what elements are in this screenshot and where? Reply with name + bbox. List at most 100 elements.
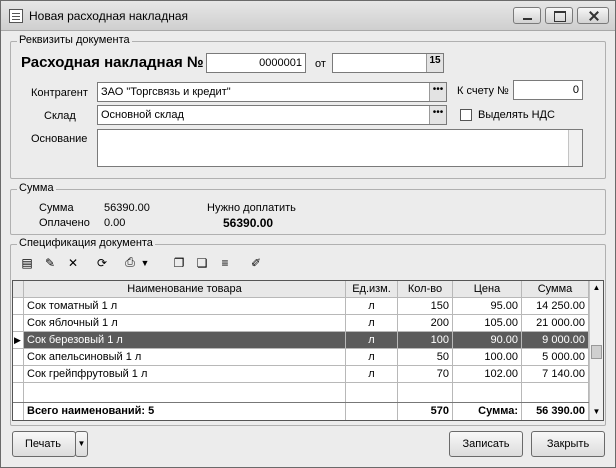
counterparty-field[interactable]: ЗАО "Торгсвязь и кредит" [97, 82, 447, 102]
cell-qty[interactable]: 200 [398, 315, 453, 331]
cell-unit[interactable]: л [346, 298, 398, 314]
counterparty-label: Контрагент [31, 87, 88, 99]
cell-sum[interactable]: 14 250.00 [522, 298, 589, 314]
sum-group: Сумма [10, 182, 606, 235]
copy-icon[interactable]: ❐ [170, 254, 188, 271]
print-menu-button[interactable]: ▼ [75, 431, 88, 457]
paid-label: Оплачено [39, 217, 90, 229]
print-dropdown-icon[interactable]: ▼ [139, 254, 151, 271]
cell-price[interactable]: 95.00 [453, 298, 522, 314]
empty-row [13, 383, 603, 402]
tool-icon[interactable]: ✐ [247, 254, 265, 271]
cell-price[interactable]: 105.00 [453, 315, 522, 331]
cell-name[interactable]: Сок грейпфрутовый 1 л [24, 366, 346, 382]
title-bar: Новая расходная накладная [1, 1, 615, 31]
table-row[interactable]: Сок яблочный 1 л л 200 105.00 21 000.00 [13, 315, 603, 332]
spec-table: Наименование товара Ед.изм. Кол-во Цена … [12, 280, 604, 421]
vat-checkbox[interactable] [460, 109, 472, 121]
scroll-thumb[interactable] [591, 345, 602, 359]
basis-textarea[interactable] [97, 129, 583, 167]
cell-sum[interactable]: 9 000.00 [522, 332, 589, 348]
cell-unit[interactable]: л [346, 349, 398, 365]
minimize-button[interactable] [513, 7, 541, 24]
save-button-label: Записать [462, 438, 510, 450]
sum-label: Сумма [39, 202, 74, 214]
print-button[interactable]: Печать [12, 431, 76, 457]
cell-name[interactable]: Сок апельсиновый 1 л [24, 349, 346, 365]
col-unit-header[interactable]: Ед.изм. [346, 281, 398, 297]
basis-scrollbar[interactable] [568, 130, 582, 166]
window-title: Новая расходная накладная [29, 9, 189, 23]
cell-price[interactable]: 90.00 [453, 332, 522, 348]
cell-qty[interactable]: 100 [398, 332, 453, 348]
table-footer: Всего наименований: 5 570 Сумма: 56 390.… [13, 402, 603, 420]
basis-label: Основание [31, 133, 88, 145]
row-indicator [13, 366, 24, 382]
warehouse-label: Склад [44, 110, 76, 122]
vat-label: Выделять НДС [478, 109, 555, 121]
delete-row-icon[interactable]: ✕ [64, 254, 82, 271]
cell-qty[interactable]: 70 [398, 366, 453, 382]
col-qty-header[interactable]: Кол-во [398, 281, 453, 297]
cell-qty[interactable]: 50 [398, 349, 453, 365]
close-button[interactable]: Закрыть [531, 431, 605, 457]
add-row-icon[interactable]: ▤ [18, 254, 36, 271]
table-scrollbar[interactable]: ▲ ▼ [589, 281, 603, 420]
col-name-header[interactable]: Наименование товара [24, 281, 346, 297]
table-header: Наименование товара Ед.изм. Кол-во Цена … [13, 281, 603, 298]
cell-sum[interactable]: 7 140.00 [522, 366, 589, 382]
paste-icon[interactable]: ❏ [193, 254, 211, 271]
warehouse-select-button[interactable]: ••• [429, 106, 446, 124]
table-row[interactable]: Сок грейпфрутовый 1 л л 70 102.00 7 140.… [13, 366, 603, 383]
table-row[interactable]: Сок апельсиновый 1 л л 50 100.00 5 000.0… [13, 349, 603, 366]
footer-indicator [13, 403, 24, 420]
cell-sum[interactable]: 5 000.00 [522, 349, 589, 365]
due-label: Нужно доплатить [207, 202, 296, 214]
row-indicator [13, 349, 24, 365]
save-button[interactable]: Записать [449, 431, 523, 457]
col-price-header[interactable]: Цена [453, 281, 522, 297]
date-from-label: от [315, 58, 326, 70]
maximize-button[interactable] [545, 7, 573, 24]
sum-value: 56390.00 [104, 202, 150, 214]
table-row[interactable]: Сок томатный 1 л л 150 95.00 14 250.00 [13, 298, 603, 315]
close-window-button[interactable] [577, 7, 609, 24]
cell-unit[interactable]: л [346, 366, 398, 382]
empty-cell [453, 383, 522, 402]
footer-unit [346, 403, 398, 420]
counterparty-select-button[interactable]: ••• [429, 83, 446, 101]
col-sum-header[interactable]: Сумма [522, 281, 589, 297]
cell-name[interactable]: Сок томатный 1 л [24, 298, 346, 314]
cell-unit[interactable]: л [346, 315, 398, 331]
cell-name[interactable]: Сок яблочный 1 л [24, 315, 346, 331]
check-icon[interactable]: ≡ [216, 254, 234, 271]
account-field[interactable]: 0 [513, 80, 583, 100]
empty-cell [346, 383, 398, 402]
edit-row-icon[interactable]: ✎ [41, 254, 59, 271]
document-icon [9, 9, 23, 23]
scroll-up-icon[interactable]: ▲ [590, 281, 603, 294]
doc-number-field[interactable]: 0000001 [206, 53, 306, 73]
refresh-icon[interactable]: ⟳ [93, 254, 111, 271]
calendar-icon[interactable]: 15 [426, 54, 443, 72]
print-button-label: Печать [25, 438, 62, 450]
table-row-selected[interactable]: ▶ Сок березовый 1 л л 100 90.00 9 000.00 [13, 332, 603, 349]
cell-name[interactable]: Сок березовый 1 л [24, 332, 346, 348]
cell-price[interactable]: 102.00 [453, 366, 522, 382]
cell-unit[interactable]: л [346, 332, 398, 348]
paid-value: 0.00 [104, 217, 126, 229]
scroll-down-icon[interactable]: ▼ [590, 405, 603, 418]
cell-price[interactable]: 100.00 [453, 349, 522, 365]
close-button-label: Закрыть [546, 438, 590, 450]
footer-qty-total: 570 [398, 403, 453, 420]
empty-cell [24, 383, 346, 402]
print-icon[interactable]: ⎙ [121, 254, 139, 271]
requisites-legend: Реквизиты документа [17, 34, 132, 46]
due-value: 56390.00 [223, 216, 274, 230]
account-label: К счету № [457, 85, 509, 97]
row-indicator [13, 315, 24, 331]
cell-qty[interactable]: 150 [398, 298, 453, 314]
row-indicator [13, 298, 24, 314]
warehouse-field[interactable]: Основной склад [97, 105, 447, 125]
cell-sum[interactable]: 21 000.00 [522, 315, 589, 331]
